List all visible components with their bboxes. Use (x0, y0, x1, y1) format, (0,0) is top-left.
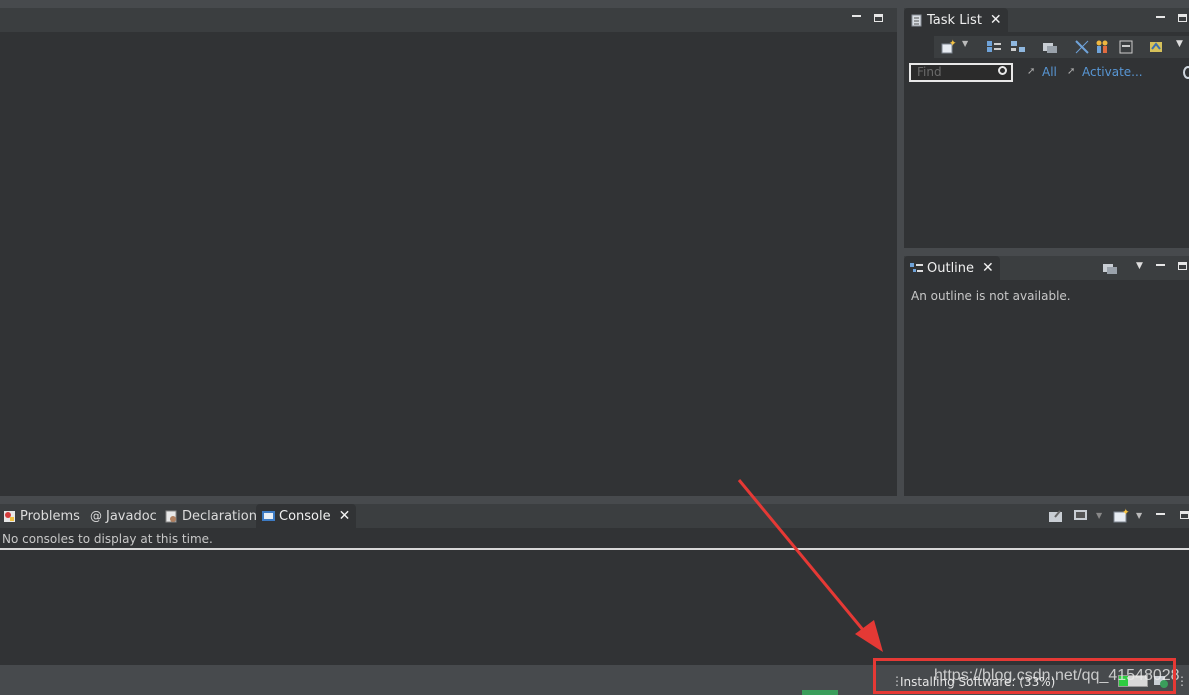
people-icon[interactable] (1094, 39, 1110, 55)
editor-minimize-button[interactable] (852, 15, 861, 17)
activate-task-link[interactable]: Activate... (1082, 65, 1143, 79)
tab-task-list[interactable]: Task List ✕ (904, 8, 1008, 32)
view-menu-icon[interactable]: ▼ (1176, 39, 1189, 55)
find-input[interactable]: Find (909, 63, 1013, 82)
tab-outline[interactable]: Outline ✕ (904, 256, 1000, 280)
outline-view: Outline ✕ ▼ An outline is not available. (904, 256, 1189, 496)
display-console-icon[interactable] (1073, 508, 1089, 524)
task-list-maximize-button[interactable] (1178, 14, 1187, 22)
task-help-icon[interactable] (1183, 66, 1189, 79)
problems-tab-label: Problems (20, 508, 80, 524)
task-list-minimize-button[interactable] (1156, 16, 1165, 18)
search-icon[interactable] (998, 66, 1007, 75)
focus-icon[interactable] (1042, 39, 1058, 55)
console-minimize-button[interactable] (1156, 513, 1165, 515)
outline-maximize-button[interactable] (1178, 262, 1187, 270)
editor-tab-strip (0, 8, 897, 32)
console-icon (262, 510, 275, 523)
close-icon[interactable]: ✕ (990, 12, 1002, 28)
filter-all-link[interactable]: All (1042, 65, 1057, 79)
pin-console-icon[interactable] (1048, 508, 1064, 524)
open-console-icon[interactable]: ✦ (1113, 508, 1130, 524)
focus-icon[interactable] (1102, 260, 1118, 276)
task-list-toolbar: ✦ ▼ ▼ (934, 36, 1189, 58)
task-list-tab-label: Task List (927, 12, 982, 28)
status-bar: ⋮ Installing Software: (33%) ⋮ https://b… (0, 658, 1189, 695)
chevron-down-icon[interactable]: ▼ (962, 39, 978, 55)
declaration-icon (165, 510, 178, 523)
declaration-tab-label: Declaration (182, 508, 257, 524)
svg-text:✦: ✦ (949, 39, 956, 49)
outline-icon (910, 262, 923, 275)
annotation-highlight-box (873, 658, 1176, 694)
tab-javadoc[interactable]: @ Javadoc (84, 504, 163, 528)
tab-console[interactable]: Console ✕ (256, 504, 357, 528)
status-trim-indicator (802, 690, 838, 695)
tab-problems[interactable]: Problems (0, 504, 86, 528)
synchronize-icon[interactable] (1148, 39, 1164, 55)
close-icon[interactable]: ✕ (339, 508, 351, 524)
editor-area[interactable] (0, 8, 897, 496)
scheduled-icon[interactable] (1010, 39, 1026, 55)
bottom-panel: Problems @ Javadoc Declaration Console ✕… (0, 504, 1189, 665)
outline-tab-label: Outline (927, 260, 975, 276)
find-placeholder: Find (917, 65, 942, 79)
collapse-all-icon[interactable] (1118, 39, 1134, 55)
new-task-icon[interactable]: ✦ (940, 39, 957, 55)
outline-empty-message: An outline is not available. (911, 289, 1071, 303)
close-icon[interactable]: ✕ (982, 260, 994, 276)
console-empty-message: No consoles to display at this time. (2, 532, 213, 546)
console-divider (0, 548, 1189, 550)
console-maximize-button[interactable] (1180, 511, 1189, 519)
hide-completed-icon[interactable] (1074, 39, 1090, 55)
activate-arrow-icon: ➚ (1067, 66, 1076, 77)
task-list-view: Task List ✕ ✦ ▼ ▼ Find ➚ All ➚ Activate.… (904, 8, 1189, 248)
task-list-icon (910, 14, 923, 27)
filter-all-arrow-icon: ➚ (1027, 66, 1036, 77)
at-icon: @ (90, 509, 102, 523)
tab-declaration[interactable]: Declaration (159, 504, 263, 528)
view-menu-icon[interactable]: ▼ (1136, 261, 1143, 271)
console-tab-label: Console (279, 508, 331, 524)
chevron-down-icon[interactable]: ▼ (1096, 511, 1102, 520)
categorized-icon[interactable] (986, 39, 1002, 55)
problems-icon (3, 510, 16, 523)
outline-minimize-button[interactable] (1156, 264, 1165, 266)
svg-text:✦: ✦ (1122, 508, 1129, 518)
editor-maximize-button[interactable] (874, 14, 883, 22)
chevron-down-icon[interactable]: ▼ (1136, 511, 1142, 520)
javadoc-tab-label: Javadoc (106, 508, 157, 524)
